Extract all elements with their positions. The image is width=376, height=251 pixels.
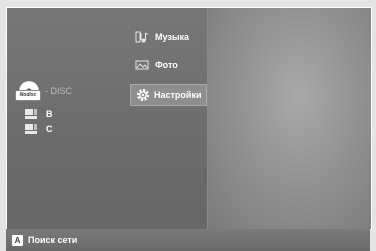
menu-item-music[interactable]: Музыка	[135, 27, 205, 47]
menu-panel: Музыка Фото Настройки Nodisc - DISC B C	[7, 8, 207, 229]
drive-label: B	[46, 109, 53, 119]
preview-panel	[207, 8, 371, 229]
drive-item-b[interactable]: B	[25, 107, 53, 121]
drive-icon	[25, 109, 37, 119]
menu-item-label: Настройки	[154, 90, 202, 100]
footer-bar: A Поиск сети	[6, 229, 370, 251]
a-key-icon: A	[12, 234, 23, 246]
disc-icon: Nodisc	[15, 81, 41, 101]
menu-item-settings[interactable]: Настройки	[130, 84, 207, 106]
disc-label: - DISC	[45, 86, 72, 96]
menu-item-label: Фото	[155, 60, 178, 70]
no-disc-badge: Nodisc	[15, 90, 41, 101]
menu-item-label: Музыка	[155, 32, 190, 42]
photo-icon	[135, 60, 149, 70]
drive-icon	[25, 124, 37, 134]
screen: Музыка Фото Настройки Nodisc - DISC B C …	[0, 0, 376, 251]
music-icon	[135, 31, 149, 43]
drive-item-c[interactable]: C	[25, 122, 53, 136]
gear-icon	[136, 88, 150, 102]
network-search-hint[interactable]: Поиск сети	[28, 235, 77, 245]
menu-item-photo[interactable]: Фото	[135, 55, 205, 75]
disc-source[interactable]: Nodisc - DISC	[15, 77, 129, 105]
main-frame: Музыка Фото Настройки Nodisc - DISC B C	[6, 7, 372, 230]
drive-label: C	[46, 124, 53, 134]
